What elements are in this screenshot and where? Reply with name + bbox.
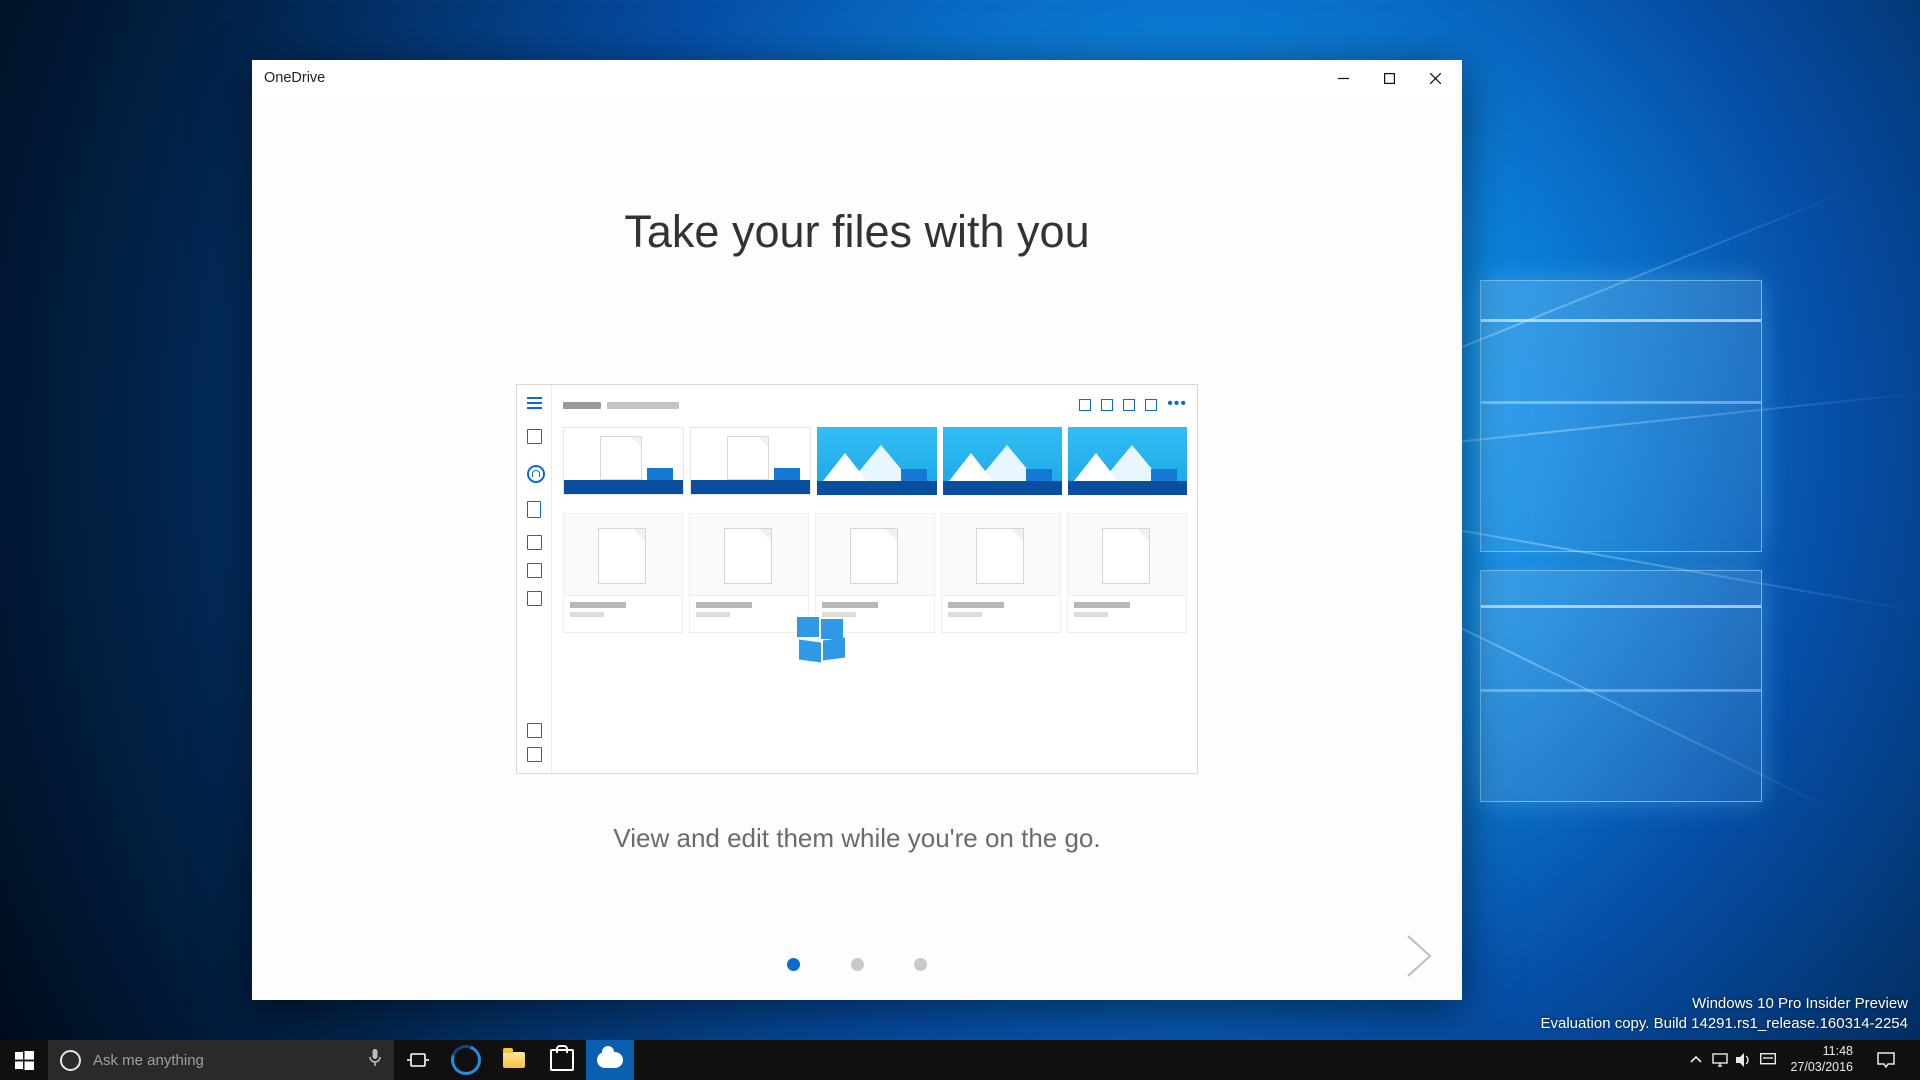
start-button[interactable] [0,1040,48,1080]
file-tile [1067,513,1187,633]
illus-toolbar: ••• [563,395,1187,415]
person-icon [527,465,545,483]
illus-nav-rail [517,385,552,773]
taskbar: Ask me anything 11:48 27/03/2016 [0,1040,1920,1080]
onedrive-window: OneDrive Take your files with you [252,60,1462,1000]
view-icon [1079,399,1091,411]
photo-card [943,427,1062,495]
watermark-line2: Evaluation copy. Build 14291.rs1_release… [1541,1014,1909,1034]
photo-card [1068,427,1187,495]
close-button[interactable] [1412,60,1458,96]
taskbar-file-explorer[interactable] [490,1040,538,1080]
next-button[interactable] [1390,928,1446,984]
more-icon: ••• [1167,399,1187,411]
illus-files-row [563,513,1187,633]
welcome-heading: Take your files with you [252,206,1462,258]
nav-icon [527,563,542,578]
page-dot-1[interactable] [787,958,800,971]
page-dot-2[interactable] [851,958,864,971]
hamburger-icon [527,397,540,410]
file-tile [563,513,683,633]
watermark-line1: Windows 10 Pro Insider Preview [1541,994,1909,1014]
placeholder-text [563,402,601,409]
volume-icon[interactable] [1732,1053,1756,1067]
tray-overflow-icon[interactable] [1684,1054,1708,1066]
wallpaper-pane [1480,570,1762,802]
folder-card [563,427,684,495]
page-indicator [252,958,1462,976]
store-icon [550,1049,574,1071]
clock-time: 11:48 [1790,1044,1853,1060]
view-icon [1123,399,1135,411]
welcome-subheading: View and edit them while you're on the g… [252,823,1462,854]
input-language-icon[interactable] [1756,1053,1780,1067]
taskbar-edge[interactable] [442,1040,490,1080]
minimize-button[interactable] [1320,60,1366,96]
file-tile [689,513,809,633]
maximize-button[interactable] [1366,60,1412,96]
taskbar-store[interactable] [538,1040,586,1080]
nav-icon [527,591,542,606]
windows-flag-icon [797,617,845,663]
nav-icon [527,429,542,444]
network-icon[interactable] [1708,1053,1732,1067]
folder-icon [503,1052,525,1068]
microphone-icon[interactable] [368,1049,382,1072]
file-tile [941,513,1061,633]
clock-date: 27/03/2016 [1790,1060,1853,1076]
file-tile [815,513,935,633]
nav-icon [527,535,542,550]
desktop-wallpaper: Windows 10 Pro Insider Preview Evaluatio… [0,0,1920,1040]
nav-icon [527,747,542,762]
window-titlebar[interactable]: OneDrive [252,60,1462,96]
window-title: OneDrive [264,70,325,86]
taskbar-clock[interactable]: 11:48 27/03/2016 [1780,1044,1863,1075]
action-center-icon[interactable] [1863,1051,1909,1069]
wallpaper-pane [1480,280,1762,552]
illus-featured-row [563,427,1187,495]
page-dot-3[interactable] [914,958,927,971]
nav-icon [527,723,542,738]
view-icon [1145,399,1157,411]
edge-icon [446,1040,486,1080]
task-view-button[interactable] [394,1040,442,1080]
placeholder-text [607,402,679,409]
file-icon [527,501,541,518]
folder-card [690,427,811,495]
cortana-search[interactable]: Ask me anything [48,1040,394,1080]
cloud-icon [597,1052,623,1068]
system-tray: 11:48 27/03/2016 [1684,1040,1920,1080]
view-icon [1101,399,1113,411]
desktop-watermark: Windows 10 Pro Insider Preview Evaluatio… [1541,994,1909,1035]
search-placeholder: Ask me anything [93,1052,204,1069]
window-content: Take your files with you [252,96,1462,1000]
taskbar-onedrive[interactable] [586,1040,634,1080]
onedrive-illustration: ••• [516,384,1198,774]
photo-card [817,427,936,495]
cortana-icon [60,1050,81,1071]
